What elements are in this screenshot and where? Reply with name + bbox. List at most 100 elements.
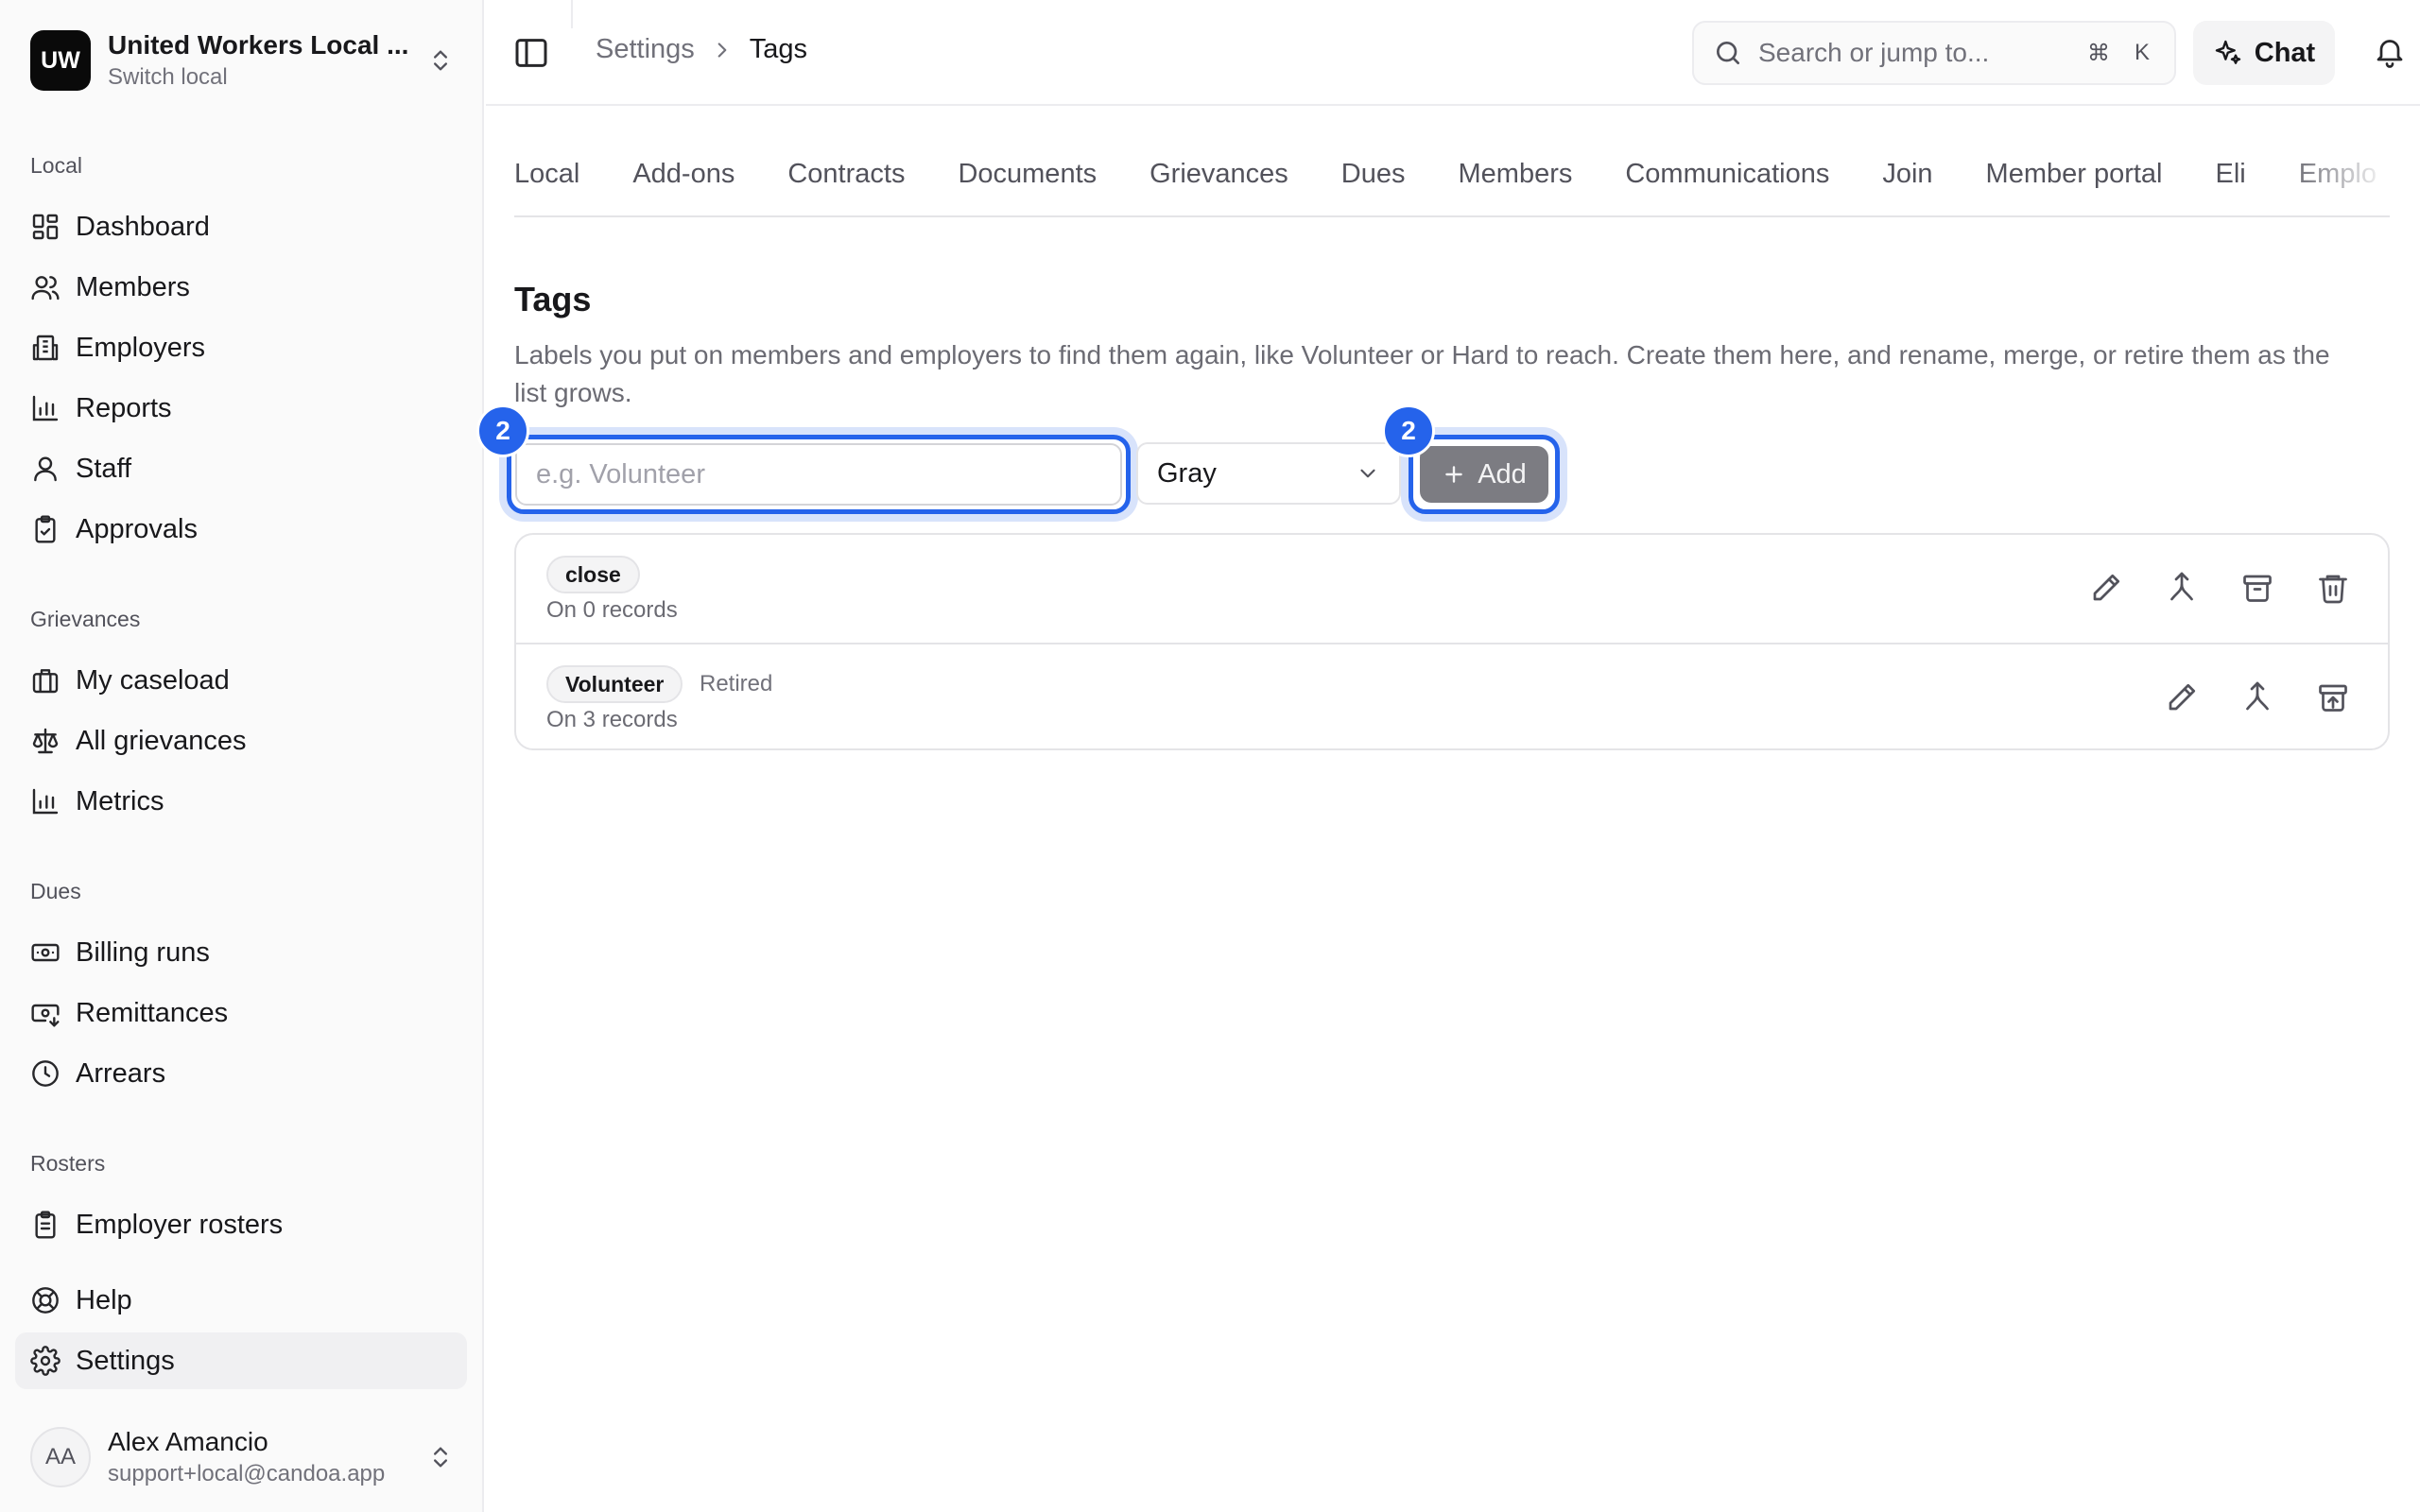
archive-icon[interactable] — [2240, 571, 2274, 605]
sidebar-item-label: Metrics — [76, 785, 164, 816]
color-select-value: Gray — [1157, 457, 1217, 489]
pencil-icon[interactable] — [2165, 680, 2199, 714]
sidebar-item-label: Reports — [76, 392, 172, 423]
sidebar-item-label: Employers — [76, 332, 205, 363]
sidebar-item-label: Help — [76, 1284, 132, 1315]
tag-name-input[interactable] — [515, 443, 1122, 506]
tab-members[interactable]: Members — [1459, 142, 1573, 206]
sidebar-item-label: All grievances — [76, 725, 247, 756]
tag-record-count: On 0 records — [546, 597, 678, 623]
search-input[interactable]: Search or jump to... ⌘ K — [1692, 21, 2176, 85]
merge-icon[interactable] — [2240, 680, 2274, 714]
sidebar-item-reports[interactable]: Reports — [15, 380, 467, 437]
sidebar-toggle-icon[interactable] — [512, 34, 550, 72]
sidebar-item-approvals[interactable]: Approvals — [15, 501, 467, 558]
sidebar-item-label: Billing runs — [76, 936, 210, 968]
user-name: Alex Amancio — [108, 1427, 268, 1456]
clock-icon — [32, 1060, 59, 1087]
user-email: support+local@candoa.app — [108, 1461, 386, 1486]
chat-button[interactable]: Chat — [2193, 21, 2335, 85]
tab-dues[interactable]: Dues — [1341, 142, 1406, 206]
sidebar-item-label: Employer rosters — [76, 1209, 284, 1240]
chevrons-up-down-icon — [434, 1447, 447, 1468]
settings-tabs: Local Add-ons Contracts Documents Grievances… — [514, 142, 2390, 217]
bar-chart-icon — [32, 395, 59, 421]
life-buoy-icon — [32, 1287, 59, 1314]
chat-label: Chat — [2254, 37, 2316, 68]
add-label: Add — [1478, 458, 1527, 490]
tab-eli[interactable]: Eli — [2216, 142, 2246, 206]
sidebar-item-label: Members — [76, 271, 190, 302]
top-bar: Settings Tags Search or jump to... ⌘ K C… — [486, 0, 2420, 106]
sidebar-item-label: Arrears — [76, 1057, 166, 1089]
breadcrumb-settings[interactable]: Settings — [596, 34, 695, 65]
shortcut-key-k: K — [2134, 40, 2150, 65]
tab-grievances[interactable]: Grievances — [1150, 142, 1288, 206]
color-select[interactable]: Gray — [1136, 442, 1401, 505]
shortcut-key-cmd: ⌘ — [2087, 40, 2110, 66]
sidebar-item-label: Approvals — [76, 513, 198, 544]
sidebar-item-settings[interactable]: Settings — [15, 1332, 467, 1389]
scale-icon — [32, 728, 59, 754]
sidebar-item-label: Settings — [76, 1345, 175, 1376]
tag-row: Volunteer Retired On 3 records — [516, 643, 2388, 748]
user-info: Alex Amancio support+local@candoa.app — [108, 1427, 427, 1487]
chevron-down-icon — [1360, 469, 1375, 478]
sidebar-item-metrics[interactable]: Metrics — [15, 773, 467, 830]
tab-emplo[interactable]: Emplo — [2299, 142, 2377, 206]
users-icon — [31, 276, 60, 301]
sidebar-item-dashboard[interactable]: Dashboard — [15, 198, 467, 255]
tab-local[interactable]: Local — [514, 142, 579, 206]
sidebar-item-label: Staff — [76, 453, 132, 484]
chevrons-up-down-icon — [434, 50, 447, 71]
sidebar-item-my-caseload[interactable]: My caseload — [15, 652, 467, 709]
breadcrumb-current: Tags — [749, 34, 808, 64]
merge-icon[interactable] — [2165, 571, 2199, 605]
tag-status: Retired — [700, 671, 773, 696]
banknote-arrow-icon — [31, 1004, 60, 1027]
sidebar-item-employer-rosters[interactable]: Employer rosters — [15, 1196, 467, 1253]
sidebar-item-remittances[interactable]: Remittances — [15, 985, 467, 1041]
banknote-icon — [31, 943, 60, 962]
unarchive-icon[interactable] — [2316, 680, 2350, 714]
local-switcher[interactable]: UW United Workers Local ... Switch local — [15, 13, 469, 108]
tag-record-count: On 3 records — [546, 707, 678, 732]
sidebar-item-staff[interactable]: Staff — [15, 440, 467, 497]
pencil-icon[interactable] — [2089, 571, 2123, 605]
plus-icon — [1445, 466, 1462, 483]
user-icon — [34, 456, 57, 482]
tag-chip: Volunteer — [546, 665, 683, 703]
tab-documents[interactable]: Documents — [958, 142, 1097, 206]
sidebar-item-all-grievances[interactable]: All grievances — [15, 713, 467, 769]
bar-chart-icon — [32, 788, 59, 815]
search-icon — [1717, 42, 1739, 64]
tag-row: close On 0 records — [516, 535, 2388, 643]
sidebar-item-help[interactable]: Help — [15, 1272, 467, 1329]
tab-member-portal[interactable]: Member portal — [1986, 142, 2163, 206]
clipboard-list-icon — [35, 1211, 56, 1239]
org-switch-label: Switch local — [108, 64, 228, 90]
group-label-grievances: Grievances — [30, 607, 141, 631]
tab-join[interactable]: Join — [1882, 142, 1932, 206]
user-menu[interactable]: AA Alex Amancio support+local@candoa.app — [15, 1419, 469, 1495]
chevron-right-icon — [717, 42, 727, 58]
sidebar-item-billing-runs[interactable]: Billing runs — [15, 924, 467, 981]
tab-add-ons[interactable]: Add-ons — [632, 142, 735, 206]
org-info: United Workers Local ... Switch local — [108, 30, 427, 91]
sidebar-item-arrears[interactable]: Arrears — [15, 1045, 467, 1102]
tabs-row: Local Add-ons Contracts Documents Grievances… — [514, 142, 2390, 206]
tab-communications[interactable]: Communications — [1625, 142, 1829, 206]
bell-icon[interactable] — [2373, 34, 2407, 68]
dashboard-icon — [32, 214, 59, 240]
add-tag-button[interactable]: Add — [1420, 446, 1548, 503]
sidebar-item-employers[interactable]: Employers — [15, 319, 467, 376]
sidebar-item-members[interactable]: Members — [15, 259, 467, 316]
sidebar-item-label: Dashboard — [76, 211, 210, 242]
sidebar-item-label: Remittances — [76, 997, 229, 1028]
page-title: Tags — [514, 280, 592, 318]
clipboard-check-icon — [35, 515, 56, 543]
tag-list: close On 0 records Volunteer Retired On … — [514, 533, 2390, 750]
trash-icon[interactable] — [2316, 571, 2350, 605]
tab-contracts[interactable]: Contracts — [787, 142, 905, 206]
building-icon — [32, 335, 59, 361]
